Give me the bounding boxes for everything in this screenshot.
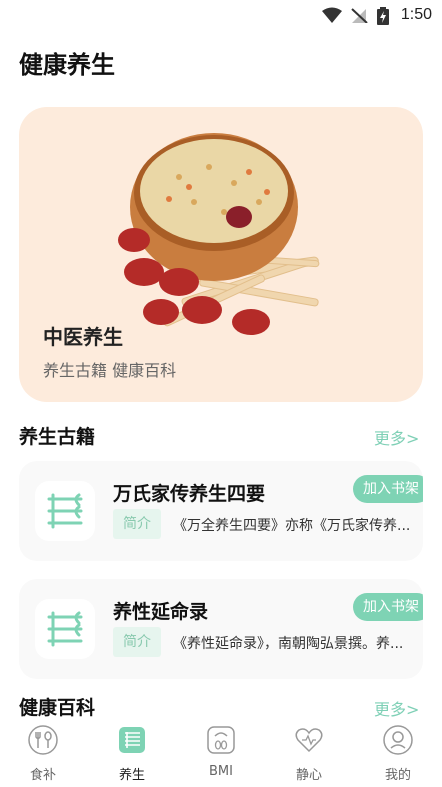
wifi-icon — [322, 7, 342, 23]
porridge-illustration — [118, 133, 320, 335]
intro-tag: 简介 — [113, 509, 161, 539]
battery-icon — [377, 7, 389, 25]
add-to-shelf-button[interactable]: 加入书架 — [353, 593, 423, 621]
book-description: 《养性延命录》，南朝陶弘景撰。养... — [173, 636, 404, 652]
tab-health[interactable]: 养生 — [102, 724, 162, 783]
tab-calm[interactable]: 静心 — [279, 724, 339, 783]
tab-label: 食补 — [29, 768, 56, 783]
tab-bmi[interactable]: BMI — [191, 724, 251, 779]
tab-label: 我的 — [384, 768, 411, 783]
user-icon — [383, 725, 413, 755]
intro-tag: 简介 — [113, 627, 161, 657]
book-icon — [35, 599, 95, 659]
hero-card[interactable]: 中医养生 养生古籍 健康百科 — [19, 107, 423, 402]
fork-spoon-icon — [28, 725, 58, 755]
hero-subtitle: 养生古籍 健康百科 — [43, 361, 177, 380]
more-link-encyclopedia[interactable]: 更多> — [374, 696, 419, 720]
book-icon — [35, 481, 95, 541]
section-title-ancient-books: 养生古籍 — [19, 426, 96, 448]
book-stack-icon — [47, 611, 83, 647]
status-time: 1:50 — [400, 6, 432, 23]
no-signal-icon — [351, 8, 368, 23]
list-book-icon — [119, 727, 145, 753]
page-title: 健康养生 — [19, 51, 115, 79]
section-title-encyclopedia: 健康百科 — [19, 697, 96, 719]
bottom-tab-bar: 食补 养生 BMI 静心 我的 — [0, 718, 442, 787]
scale-icon — [207, 726, 235, 754]
add-to-shelf-button[interactable]: 加入书架 — [353, 475, 423, 503]
book-title: 万氏家传养生四要 — [113, 483, 266, 505]
hero-title: 中医养生 — [43, 325, 123, 349]
book-description: 《万全养生四要》亦称《万氏家传养... — [173, 518, 411, 534]
more-link-ancient-books[interactable]: 更多> — [374, 425, 419, 449]
book-title: 养性延命录 — [113, 601, 209, 623]
book-card[interactable]: 万氏家传养生四要 简介 《万全养生四要》亦称《万氏家传养... 加入书架 — [19, 461, 423, 561]
book-stack-icon — [47, 493, 83, 529]
book-card[interactable]: 养性延命录 简介 《养性延命录》，南朝陶弘景撰。养... 加入书架 — [19, 579, 423, 679]
heart-icon — [295, 728, 323, 753]
tab-food[interactable]: 食补 — [13, 724, 73, 783]
status-bar: 1:50 — [0, 0, 442, 32]
tab-profile[interactable]: 我的 — [368, 724, 428, 783]
tab-label: BMI — [209, 764, 233, 779]
tab-label: 养生 — [118, 768, 145, 783]
tab-label: 静心 — [295, 768, 322, 783]
